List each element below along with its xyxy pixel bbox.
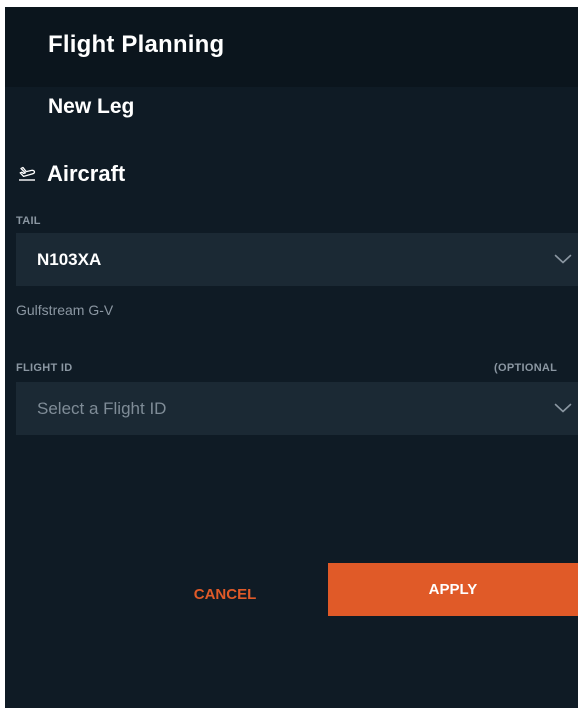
chevron-down-icon: [554, 252, 572, 264]
flight-id-placeholder: Select a Flight ID: [37, 398, 167, 418]
flight-id-label: FLIGHT ID: [16, 362, 73, 374]
tail-select[interactable]: N103XA: [16, 233, 578, 286]
section-title: Aircraft: [47, 161, 126, 186]
apply-button[interactable]: APPLY: [328, 563, 578, 616]
tail-select-value: N103XA: [37, 249, 102, 269]
page-title: Flight Planning: [48, 31, 225, 58]
panel-header: Flight Planning: [5, 7, 578, 87]
aircraft-type-text: Gulfstream G-V: [16, 302, 114, 318]
airplane-icon: [17, 164, 37, 184]
optional-label: (OPTIONAL: [494, 362, 558, 374]
form-subtitle: New Leg: [48, 95, 135, 118]
cancel-button[interactable]: CANCEL: [155, 571, 295, 617]
chevron-down-icon: [554, 401, 572, 413]
flight-id-select[interactable]: Select a Flight ID: [16, 382, 578, 435]
tail-label: TAIL: [16, 215, 41, 227]
aircraft-section-header: Aircraft: [17, 159, 125, 189]
flight-planning-panel: Flight Planning New Leg Aircraft TAIL N1…: [5, 7, 578, 708]
